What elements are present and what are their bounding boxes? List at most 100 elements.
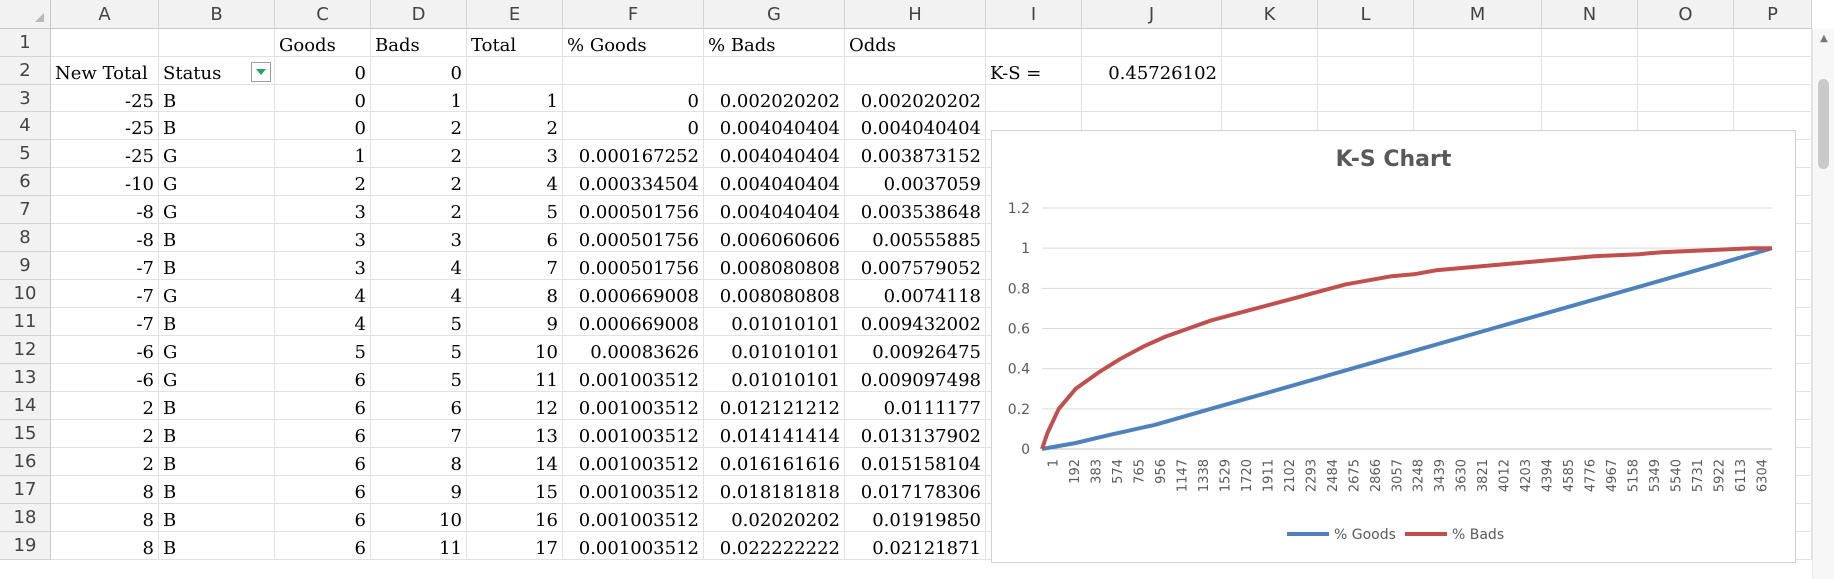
cell-b9[interactable]: B	[159, 252, 275, 280]
cell-b14[interactable]: B	[159, 392, 275, 420]
cell-e16[interactable]: 14	[467, 448, 563, 476]
cell-e13[interactable]: 11	[467, 364, 563, 392]
column-header-h[interactable]: H	[845, 0, 986, 29]
cell-h14[interactable]: 0.0111177	[845, 392, 986, 420]
cell-h18[interactable]: 0.01919850	[845, 504, 986, 532]
cell-e14[interactable]: 12	[467, 392, 563, 420]
cell-g7[interactable]: 0.004040404	[704, 196, 845, 224]
cell-f13[interactable]: 0.001003512	[563, 364, 704, 392]
cell-a19[interactable]: 8	[51, 532, 159, 560]
cell-a9[interactable]: -7	[51, 252, 159, 280]
cell-m3[interactable]	[1414, 85, 1542, 112]
cell-f7[interactable]: 0.000501756	[563, 196, 704, 224]
row-header-10[interactable]: 10	[0, 280, 51, 308]
column-header-b[interactable]: B	[159, 0, 275, 29]
row-header-13[interactable]: 13	[0, 364, 51, 392]
cell-b8[interactable]: B	[159, 224, 275, 252]
cell-m1[interactable]	[1414, 29, 1542, 57]
cell-k2[interactable]	[1222, 57, 1318, 85]
row-header-9[interactable]: 9	[0, 252, 51, 280]
cell-c8[interactable]: 3	[275, 224, 371, 252]
cell-d15[interactable]: 7	[371, 420, 467, 448]
select-all-corner[interactable]	[0, 0, 51, 29]
cell-b17[interactable]: B	[159, 476, 275, 504]
cell-b10[interactable]: G	[159, 280, 275, 308]
cell-h15[interactable]: 0.013137902	[845, 420, 986, 448]
filter-dropdown-icon[interactable]	[251, 62, 271, 82]
cell-e3[interactable]: 1	[467, 85, 563, 112]
cell-c9[interactable]: 3	[275, 252, 371, 280]
cell-f8[interactable]: 0.000501756	[563, 224, 704, 252]
cell-g13[interactable]: 0.01010101	[704, 364, 845, 392]
row-header-5[interactable]: 5	[0, 140, 51, 168]
column-header-a[interactable]: A	[51, 0, 159, 29]
column-header-o[interactable]: O	[1638, 0, 1734, 29]
scroll-up-icon[interactable]: ▲	[1818, 33, 1830, 44]
cell-b18[interactable]: B	[159, 504, 275, 532]
cell-d6[interactable]: 2	[371, 168, 467, 196]
cell-g18[interactable]: 0.02020202	[704, 504, 845, 532]
header-e[interactable]: Total	[467, 29, 563, 57]
cell-h19[interactable]: 0.02121871	[845, 532, 986, 560]
row-header-8[interactable]: 8	[0, 224, 51, 252]
cell-a15[interactable]: 2	[51, 420, 159, 448]
cell-g10[interactable]: 0.008080808	[704, 280, 845, 308]
column-header-n[interactable]: N	[1542, 0, 1638, 29]
cell-c3[interactable]: 0	[275, 85, 371, 112]
cell-e2[interactable]	[467, 57, 563, 85]
cell-j3[interactable]	[1082, 85, 1222, 112]
cell-c16[interactable]: 6	[275, 448, 371, 476]
cell-g19[interactable]: 0.022222222	[704, 532, 845, 560]
cell-g9[interactable]: 0.008080808	[704, 252, 845, 280]
column-header-k[interactable]: K	[1222, 0, 1318, 29]
cell-f19[interactable]: 0.001003512	[563, 532, 704, 560]
header-g[interactable]: % Bads	[704, 29, 845, 57]
ks-chart[interactable]: K-S Chart 0 0.2 0.4 0.6 0.8 1 1.2 1 192 383 574 765…	[991, 130, 1796, 563]
cell-b3[interactable]: B	[159, 85, 275, 112]
cell-d9[interactable]: 4	[371, 252, 467, 280]
column-header-j[interactable]: J	[1082, 0, 1222, 29]
cell-h4[interactable]: 0.004040404	[845, 112, 986, 140]
cell-a4[interactable]: -25	[51, 112, 159, 140]
cell-d8[interactable]: 3	[371, 224, 467, 252]
cell-h17[interactable]: 0.017178306	[845, 476, 986, 504]
cell-b16[interactable]: B	[159, 448, 275, 476]
row-header-16[interactable]: 16	[0, 448, 51, 476]
cell-a6[interactable]: -10	[51, 168, 159, 196]
cell-k3[interactable]	[1222, 85, 1318, 112]
cell-p1[interactable]	[1734, 29, 1812, 57]
cell-a10[interactable]: -7	[51, 280, 159, 308]
cell-o1[interactable]	[1638, 29, 1734, 57]
cell-g8[interactable]: 0.006060606	[704, 224, 845, 252]
cell-d5[interactable]: 2	[371, 140, 467, 168]
cell-b5[interactable]: G	[159, 140, 275, 168]
cell-p3[interactable]	[1734, 85, 1812, 112]
cell-c6[interactable]: 2	[275, 168, 371, 196]
cell-c2[interactable]: 0	[275, 57, 371, 85]
row-header-3[interactable]: 3	[0, 85, 51, 112]
cell-l1[interactable]	[1318, 29, 1414, 57]
cell-f5[interactable]: 0.000167252	[563, 140, 704, 168]
cell-d4[interactable]: 2	[371, 112, 467, 140]
cell-a3[interactable]: -25	[51, 85, 159, 112]
column-header-i[interactable]: I	[986, 0, 1082, 29]
cell-f4[interactable]: 0	[563, 112, 704, 140]
cell-h3[interactable]: 0.002020202	[845, 85, 986, 112]
cell-d11[interactable]: 5	[371, 308, 467, 336]
column-header-m[interactable]: M	[1414, 0, 1542, 29]
cell-j1[interactable]	[1082, 29, 1222, 57]
row-header-11[interactable]: 11	[0, 308, 51, 336]
cell-g14[interactable]: 0.012121212	[704, 392, 845, 420]
cell-f9[interactable]: 0.000501756	[563, 252, 704, 280]
cell-i2[interactable]: K-S =	[986, 57, 1082, 85]
cell-d2[interactable]: 0	[371, 57, 467, 85]
cell-a2[interactable]: New Total	[51, 57, 159, 85]
cell-g4[interactable]: 0.004040404	[704, 112, 845, 140]
cell-m2[interactable]	[1414, 57, 1542, 85]
row-header-14[interactable]: 14	[0, 392, 51, 420]
cell-c15[interactable]: 6	[275, 420, 371, 448]
cell-c18[interactable]: 6	[275, 504, 371, 532]
cell-f3[interactable]: 0	[563, 85, 704, 112]
cell-l3[interactable]	[1318, 85, 1414, 112]
cell-c17[interactable]: 6	[275, 476, 371, 504]
